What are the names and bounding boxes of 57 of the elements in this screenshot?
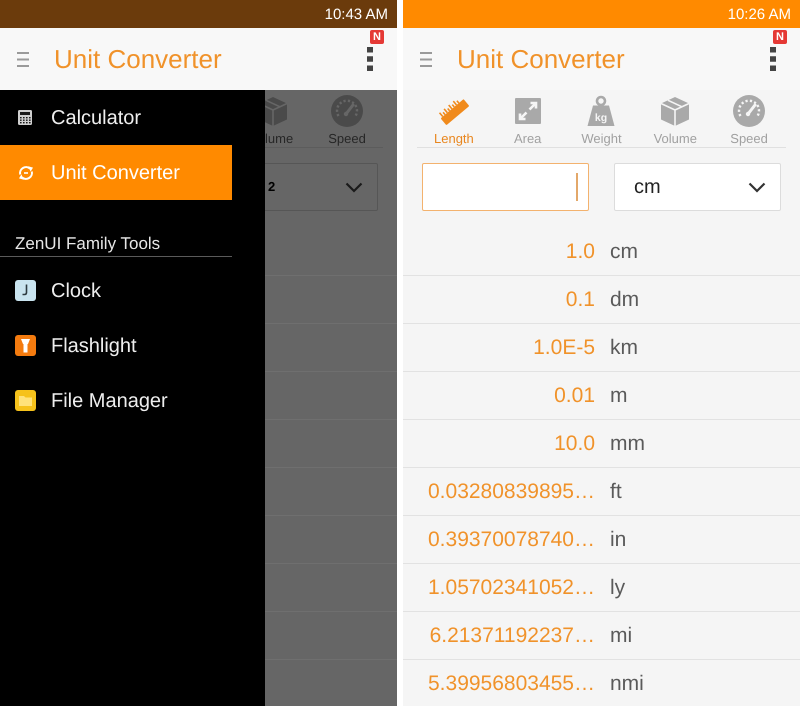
gauge-icon — [733, 95, 766, 127]
circular-arrows-icon — [18, 164, 34, 180]
converted-value: 0.1 — [566, 289, 595, 310]
flashlight-icon — [15, 335, 36, 356]
category-tab[interactable]: lume — [265, 90, 310, 147]
drawer-item[interactable]: Calculator — [0, 90, 232, 145]
gauge-icon — [331, 95, 363, 127]
section-header: ZenUI Family Tools — [0, 234, 232, 257]
unit-select[interactable]: 2 — [265, 163, 378, 211]
app-title: Unit Converter — [457, 46, 625, 72]
category-tab[interactable]: Area — [490, 90, 565, 147]
converted-value: 1.0E-5 — [533, 337, 595, 358]
unit-label: dm — [610, 289, 640, 310]
drawer-item[interactable]: Unit Converter — [0, 145, 232, 200]
converted-value: 5.39956803455… — [428, 673, 595, 694]
category-tab[interactable]: Volume — [638, 90, 712, 147]
clock-icon — [15, 280, 36, 301]
chevron-down-icon — [345, 182, 363, 192]
converted-value: 0.39370078740… — [428, 529, 595, 550]
folder-icon — [15, 390, 36, 411]
notification-badge: N — [773, 30, 787, 44]
category-tab[interactable]: Length — [417, 90, 491, 147]
more-options-icon[interactable] — [770, 47, 776, 71]
menu-icon[interactable] — [420, 52, 432, 66]
box-icon — [659, 95, 692, 127]
category-tab[interactable]: kg Weight — [564, 90, 638, 147]
converted-value: 1.0 — [566, 241, 595, 262]
status-time: 10:43 AM — [324, 6, 388, 22]
converted-value: 0.01 — [554, 385, 595, 406]
chevron-down-icon — [748, 182, 766, 192]
unit-label: ly — [610, 577, 626, 598]
unit-label: cm — [610, 241, 638, 262]
unit-label: ft — [610, 481, 622, 502]
converted-value: 10.0 — [554, 433, 595, 454]
status-time: 10:26 AM — [728, 6, 791, 22]
category-tab[interactable]: Speed — [712, 90, 786, 147]
unit-label: mi — [610, 625, 632, 646]
amount-input[interactable] — [422, 163, 589, 211]
converted-value: 1.05702341052… — [428, 577, 595, 598]
drawer-item[interactable]: Flashlight — [0, 318, 232, 373]
menu-icon[interactable] — [17, 52, 29, 66]
drawer-item[interactable]: Clock — [0, 263, 232, 318]
category-tab[interactable]: Speed — [310, 90, 384, 147]
converted-value: 0.03280839895… — [428, 481, 595, 502]
drawer-item[interactable]: File Manager — [0, 373, 232, 428]
unit-label: m — [610, 385, 628, 406]
text-cursor — [576, 173, 578, 201]
unit-label: km — [610, 337, 638, 358]
more-options-icon[interactable] — [367, 47, 373, 71]
unit-label: nmi — [610, 673, 644, 694]
calculator-icon — [18, 110, 32, 125]
unit-label: in — [610, 529, 626, 550]
unit-select[interactable]: cm — [614, 163, 781, 211]
converted-value: 6.21371192237… — [430, 625, 595, 646]
notification-badge: N — [370, 30, 384, 44]
app-title: Unit Converter — [54, 46, 222, 72]
unit-label: mm — [610, 433, 645, 454]
